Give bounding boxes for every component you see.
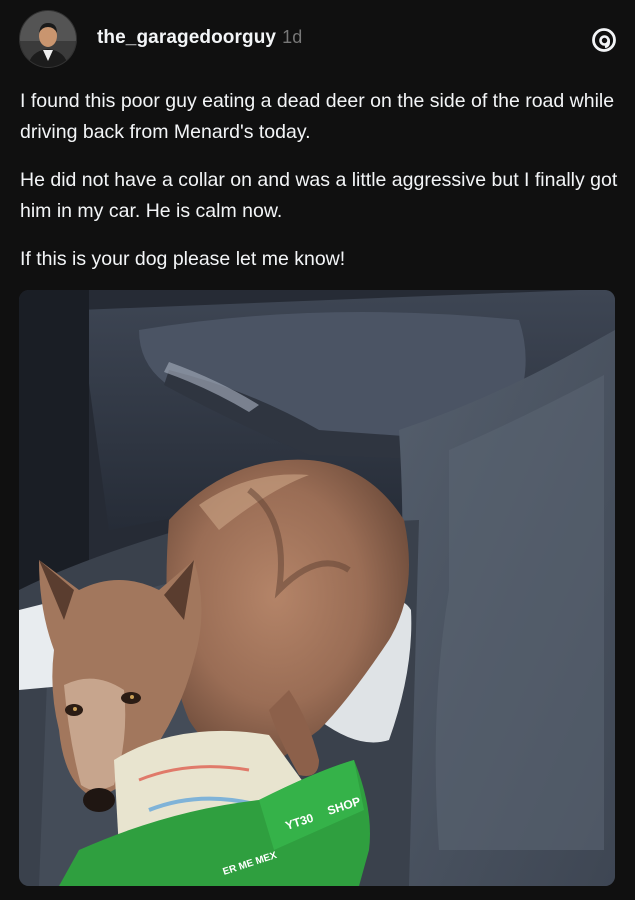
post-paragraph-1: I found this poor guy eating a dead deer…	[20, 90, 615, 143]
post-paragraph-3: If this is your dog please let me know!	[20, 248, 346, 270]
username[interactable]: the_garagedoorguy 1d	[97, 27, 302, 49]
post-header: the_garagedoorguy 1d	[20, 11, 620, 69]
post-body: I found this poor guy eating a dead deer…	[20, 86, 620, 292]
post-photo[interactable]: YT30 SHOP ER ME MEX	[19, 290, 615, 886]
post-paragraph-2: He did not have a collar on and was a li…	[20, 169, 618, 222]
username-text[interactable]: the_garagedoorguy	[97, 27, 276, 48]
avatar[interactable]	[20, 11, 76, 67]
threads-icon[interactable]	[590, 26, 618, 54]
post-time: 1d	[282, 27, 303, 47]
